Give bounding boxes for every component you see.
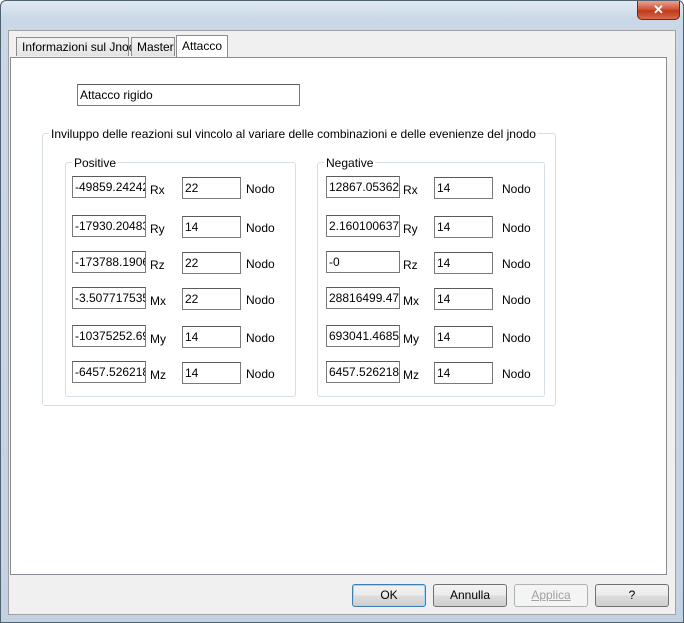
negative-node-field[interactable]: 14	[434, 216, 493, 238]
negative-node-field[interactable]: 14	[434, 177, 493, 199]
negative-axis-label: Mx	[403, 294, 419, 308]
positive-node-label: Nodo	[246, 257, 275, 271]
positive-node-field[interactable]: 22	[182, 177, 241, 199]
help-button[interactable]: ?	[595, 584, 669, 607]
negative-group-legend: Negative	[324, 156, 376, 170]
positive-node-label: Nodo	[246, 331, 275, 345]
negative-node-label: Nodo	[502, 331, 531, 345]
negative-node-label: Nodo	[502, 257, 531, 271]
positive-value-field[interactable]: -49859.242429	[72, 176, 146, 198]
positive-axis-label: My	[150, 332, 166, 346]
positive-axis-label: Mz	[150, 368, 166, 382]
positive-node-label: Nodo	[246, 182, 275, 196]
positive-value-field[interactable]: -3.5077175355	[72, 287, 146, 309]
ok-button[interactable]: OK	[352, 584, 426, 607]
negative-axis-label: Mz	[403, 368, 419, 382]
negative-node-field[interactable]: 14	[434, 362, 493, 384]
positive-node-field[interactable]: 14	[182, 362, 241, 384]
negative-value-field[interactable]: 2.1601006370	[326, 215, 400, 237]
positive-value-field[interactable]: -6457.5262183	[72, 361, 146, 383]
applica-button[interactable]: Applica	[514, 584, 588, 607]
positive-value-field[interactable]: -10375252.694	[72, 325, 146, 347]
negative-node-label: Nodo	[502, 182, 531, 196]
negative-axis-label: Rz	[403, 258, 418, 272]
positive-node-field[interactable]: 14	[182, 216, 241, 238]
negative-node-field[interactable]: 14	[434, 288, 493, 310]
positive-node-label: Nodo	[246, 221, 275, 235]
negative-node-label: Nodo	[502, 293, 531, 307]
attacco-type-field[interactable]: Attacco rigido	[77, 84, 300, 106]
applica-button-label: Applica	[531, 588, 571, 602]
positive-node-field[interactable]: 22	[182, 252, 241, 274]
positive-axis-label: Rz	[150, 258, 165, 272]
positive-node-label: Nodo	[246, 293, 275, 307]
positive-node-label: Nodo	[246, 367, 275, 381]
close-icon: ✕	[653, 2, 664, 17]
negative-value-field[interactable]: -0	[326, 251, 400, 273]
negative-axis-label: My	[403, 332, 419, 346]
positive-value-field[interactable]: -17930.204838	[72, 215, 146, 237]
negative-axis-label: Ry	[403, 222, 418, 236]
positive-axis-label: Mx	[150, 294, 166, 308]
negative-value-field[interactable]: 6457.5262183	[326, 361, 400, 383]
positive-node-field[interactable]: 22	[182, 288, 241, 310]
negative-node-field[interactable]: 14	[434, 326, 493, 348]
positive-value-field[interactable]: -173788.19064	[72, 251, 146, 273]
negative-axis-label: Rx	[403, 183, 418, 197]
tab-attacco[interactable]: Attacco	[176, 35, 228, 57]
tab-master[interactable]: Master	[131, 37, 175, 56]
negative-value-field[interactable]: 693041.46857	[326, 325, 400, 347]
negative-node-field[interactable]: 14	[434, 252, 493, 274]
positive-axis-label: Rx	[150, 183, 165, 197]
negative-value-field[interactable]: 28816499.479	[326, 287, 400, 309]
negative-node-label: Nodo	[502, 221, 531, 235]
positive-group-legend: Positive	[72, 156, 119, 170]
envelope-group-title: Inviluppo delle reazioni sul vincolo al …	[49, 127, 538, 141]
annulla-button[interactable]: Annulla	[433, 584, 507, 607]
positive-node-field[interactable]: 14	[182, 326, 241, 348]
tab-informazioni-jnodo[interactable]: Informazioni sul Jnodo	[16, 37, 142, 56]
negative-value-field[interactable]: 12867.053620	[326, 176, 400, 198]
positive-axis-label: Ry	[150, 222, 165, 236]
close-button[interactable]: ✕	[637, 1, 680, 20]
negative-node-label: Nodo	[502, 367, 531, 381]
